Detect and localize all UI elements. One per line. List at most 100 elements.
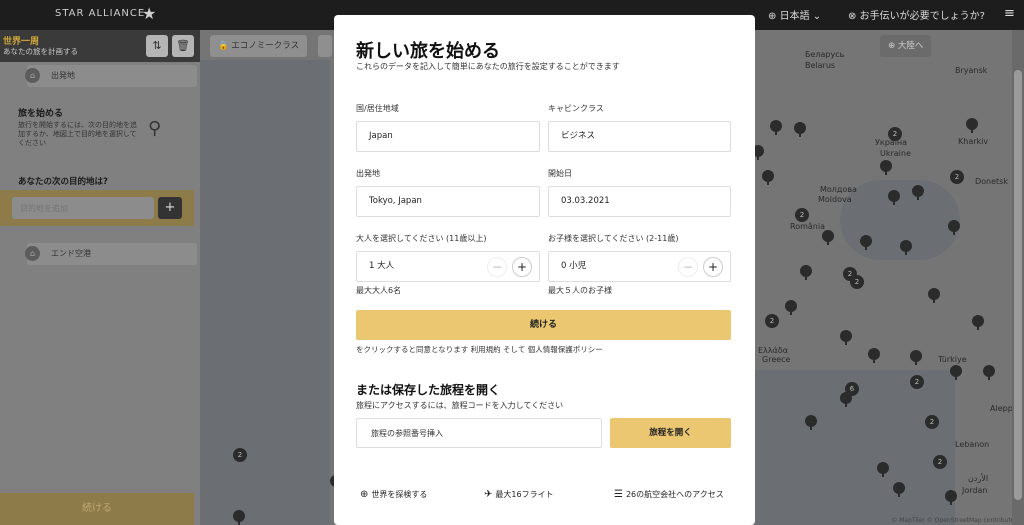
adults-max-note: 最大大人6名 — [356, 286, 402, 295]
adults-decrement-button[interactable]: − — [487, 257, 507, 277]
map-cluster[interactable]: 2 — [765, 314, 779, 328]
feature-label: 世界を探検する — [371, 490, 428, 499]
map-label: Молдова — [820, 185, 857, 194]
children-max-note: 最大５人のお子様 — [548, 286, 612, 295]
map-chip[interactable] — [318, 35, 332, 57]
children-label: お子様を選択してください (2-11歳) — [548, 234, 679, 243]
map-label: Bryansk — [955, 66, 988, 75]
start-date-field[interactable]: 03.03.2021 — [548, 186, 731, 217]
map-label: Lebanon — [955, 440, 990, 449]
origin-placeholder: 出発地 — [51, 71, 75, 80]
start-trip-info: 旅を始める 旅行を開始するには、次の目的地を追加するか、地図上で目的地を選択して… — [0, 100, 200, 156]
airplane-icon: ✈ — [484, 489, 493, 500]
map-cluster[interactable]: 2 — [888, 127, 902, 141]
economy-class-label: エコノミークラス — [231, 41, 300, 51]
cabin-class-field[interactable]: ビジネス — [548, 121, 731, 152]
map-cluster[interactable]: 2 — [925, 415, 939, 429]
feature-explore: ⊕ 世界を探検する — [360, 489, 427, 500]
map-pin[interactable] — [785, 300, 797, 315]
itinerary-reference-input[interactable] — [356, 418, 602, 448]
add-destination-button[interactable]: + — [158, 197, 182, 219]
map-cluster[interactable]: 2 — [910, 375, 924, 389]
adults-value: 1 大人 — [369, 261, 395, 271]
help-link[interactable]: ⊗ お手伝いが必要でしょうか? — [848, 7, 985, 22]
next-destination-title: あなたの次の目的地は? — [18, 177, 108, 187]
adults-label: 大人を選択してください (11歳以上) — [356, 234, 487, 243]
map-pin[interactable] — [966, 118, 978, 133]
map-cluster[interactable]: 2 — [795, 208, 809, 222]
map-pin[interactable] — [233, 510, 245, 525]
page-scrollbar[interactable] — [1012, 30, 1024, 525]
map-pin[interactable] — [877, 462, 889, 477]
scrollbar-thumb[interactable] — [1014, 70, 1022, 500]
panel-continue-button[interactable]: 続ける — [0, 493, 194, 525]
home-icon: ⌂ — [25, 246, 40, 261]
map-pin[interactable] — [800, 265, 812, 280]
map-pin[interactable] — [860, 235, 872, 250]
continent-chip[interactable]: ⊕ 大陸へ — [880, 35, 932, 57]
star-alliance-logo[interactable]: STAR ALLIANCE — [55, 8, 145, 19]
map-pin[interactable] — [794, 122, 806, 137]
map-pin[interactable] — [910, 350, 922, 365]
origin-field[interactable]: ⌂ 出発地 — [25, 65, 197, 87]
map-cluster[interactable]: 2 — [950, 170, 964, 184]
map-attribution[interactable]: © MapTiler © OpenStreetMap contributors — [891, 517, 1020, 524]
map-cluster[interactable]: 2 — [850, 275, 864, 289]
map-pin[interactable] — [928, 288, 940, 303]
map-label: Belarus — [805, 61, 836, 70]
globe-icon: ⊕ — [888, 41, 896, 51]
terms-text[interactable]: をクリックすると同意となります 利用規約 そして 個人情報保護ポリシー — [356, 344, 603, 355]
country-field[interactable]: Japan — [356, 121, 540, 152]
adults-increment-button[interactable]: + — [512, 257, 532, 277]
globe-icon: ⊕ — [768, 11, 777, 22]
modal-subtitle: これらのデータを記入して簡単にあなたの旅行を設定することができます — [356, 62, 620, 71]
language-selector[interactable]: ⊕ 日本語 ⌄ — [768, 7, 821, 22]
continue-button[interactable]: 続ける — [356, 310, 731, 340]
map-pin[interactable] — [880, 160, 892, 175]
origin-label: 出発地 — [356, 169, 380, 178]
economy-class-chip[interactable]: 🔒 エコノミークラス — [210, 35, 308, 57]
map-pin[interactable] — [945, 490, 957, 505]
feature-label: 26の航空会社へのアクセス — [625, 490, 724, 499]
hamburger-menu-icon[interactable]: ≡ — [1004, 6, 1015, 21]
origin-field[interactable]: Tokyo, Japan — [356, 186, 540, 217]
map-pin[interactable] — [948, 220, 960, 235]
map-pin[interactable] — [822, 230, 834, 245]
destination-input[interactable] — [12, 197, 154, 219]
map-label: Moldova — [818, 195, 852, 204]
panel-subtitle: あなたの旅を計画する — [3, 47, 78, 56]
map-pin[interactable] — [893, 482, 905, 497]
new-trip-modal: 新しい旅を始める これらのデータを記入して簡単にあなたの旅行を設定することができ… — [334, 15, 755, 525]
map-pin[interactable] — [888, 190, 900, 205]
lock-icon: 🔒 — [218, 41, 229, 51]
trash-icon[interactable]: 🗑 — [172, 35, 194, 57]
children-stepper: 0 小児 − + — [548, 251, 731, 282]
map-pin[interactable] — [983, 365, 995, 380]
map-pin[interactable] — [972, 315, 984, 330]
start-trip-title: 旅を始める — [18, 109, 64, 119]
map-pin[interactable] — [912, 185, 924, 200]
end-airport-field[interactable]: ⌂ エンド空港 — [25, 243, 197, 265]
star-logo-icon: ★ — [142, 4, 157, 23]
open-itinerary-button[interactable]: 旅程を開く — [610, 418, 731, 448]
map-cluster[interactable]: 2 — [933, 455, 947, 469]
map-pin[interactable] — [840, 330, 852, 345]
start-date-label: 開始日 — [548, 169, 572, 178]
map-pin[interactable] — [900, 240, 912, 255]
children-increment-button[interactable]: + — [703, 257, 723, 277]
children-decrement-button[interactable]: − — [678, 257, 698, 277]
map-cluster[interactable]: 6 — [845, 382, 859, 396]
map-cluster[interactable]: 2 — [233, 448, 247, 462]
country-label: 国/居住地域 — [356, 104, 399, 113]
saved-itinerary-title: または保存した旅程を開く — [356, 383, 501, 397]
map-pin[interactable] — [762, 170, 774, 185]
map-pin[interactable] — [950, 365, 962, 380]
map-pin[interactable] — [868, 348, 880, 363]
feature-label: 最大16フライト — [495, 490, 554, 499]
sort-button[interactable]: ⇅ — [146, 35, 168, 57]
map-label: Greece — [762, 355, 791, 364]
map-pin[interactable] — [770, 120, 782, 135]
map-pin[interactable] — [805, 415, 817, 430]
language-label: 日本語 — [779, 11, 810, 22]
map-label: Ελλάδα — [758, 346, 788, 355]
